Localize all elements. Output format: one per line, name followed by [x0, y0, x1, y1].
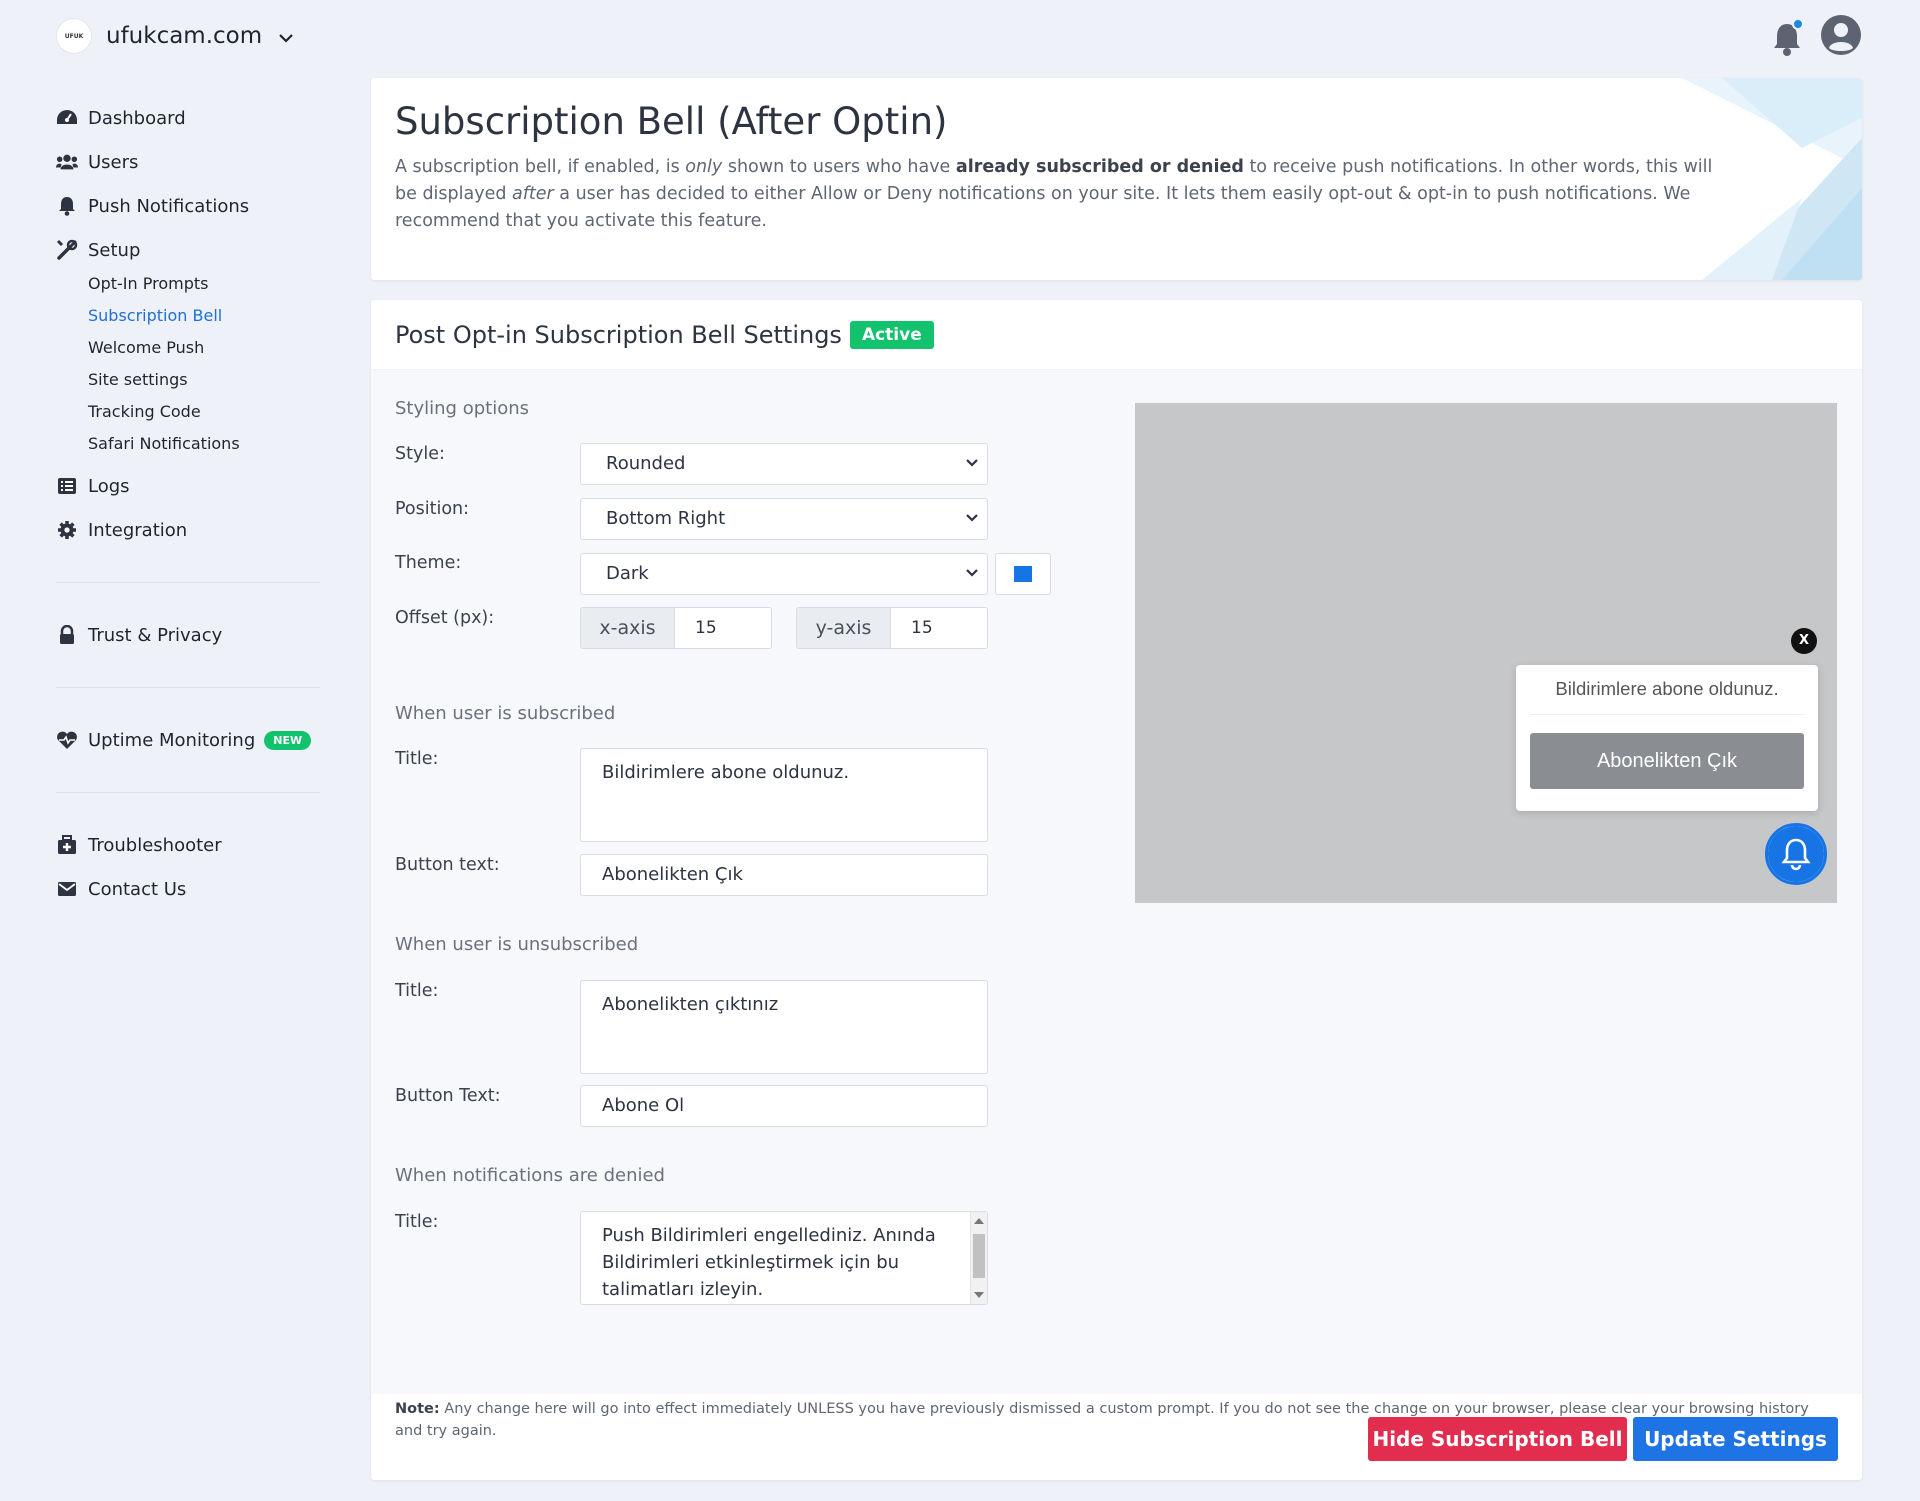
unsubscribed-section-label: When user is unsubscribed	[395, 934, 639, 955]
envelope-icon	[56, 878, 78, 900]
chevron-down-icon	[966, 514, 978, 522]
subscribed-title-label: Title:	[395, 749, 439, 769]
settings-header: Post Opt-in Subscription Bell Settings A…	[371, 300, 1862, 370]
sidebar-item-label: Troubleshooter	[88, 834, 222, 856]
theme-color-picker[interactable]	[995, 553, 1051, 595]
sidebar-item-label: Logs	[88, 475, 130, 497]
chevron-down-icon	[279, 34, 293, 43]
setup-submenu: Opt-In Prompts Subscription Bell Welcome…	[56, 268, 320, 460]
sidebar-subitem-subscription-bell[interactable]: Subscription Bell	[88, 300, 320, 332]
unsubscribed-button-label: Button Text:	[395, 1086, 501, 1106]
y-axis-input[interactable]: 15	[891, 608, 987, 648]
hide-subscription-bell-button[interactable]: Hide Subscription Bell	[1368, 1417, 1627, 1461]
update-settings-button[interactable]: Update Settings	[1633, 1417, 1838, 1461]
color-swatch	[1014, 566, 1032, 582]
lock-icon	[56, 624, 78, 646]
subscribed-button-input[interactable]: Abonelikten Çık	[580, 854, 988, 896]
sidebar-divider	[56, 792, 320, 793]
y-axis-input-group: y-axis 15	[796, 607, 988, 649]
preview-popup: Bildirimlere abone oldunuz. Abonelikten …	[1516, 665, 1818, 811]
sidebar-item-label: Push Notifications	[88, 195, 250, 217]
y-axis-label: y-axis	[797, 608, 891, 648]
heartbeat-icon	[56, 729, 78, 751]
tools-icon	[56, 239, 78, 261]
sidebar-item-logs[interactable]: Logs	[56, 464, 320, 508]
sidebar-item-contact-us[interactable]: Contact Us	[56, 867, 320, 911]
bell-icon	[56, 195, 78, 217]
sidebar-subitem-tracking-code[interactable]: Tracking Code	[88, 396, 320, 428]
sidebar-subitem-safari-notifications[interactable]: Safari Notifications	[88, 428, 320, 460]
bell-preview: X Bildirimlere abone oldunuz. Abonelikte…	[1135, 403, 1837, 903]
sidebar-item-uptime-monitoring[interactable]: Uptime Monitoring NEW	[56, 718, 320, 762]
page-description: A subscription bell, if enabled, is only…	[395, 157, 1713, 231]
x-axis-label: x-axis	[581, 608, 675, 648]
x-axis-input[interactable]: 15	[675, 608, 771, 648]
chevron-down-icon	[966, 569, 978, 577]
preview-close-button[interactable]: X	[1791, 628, 1817, 654]
sidebar-subitem-welcome-push[interactable]: Welcome Push	[88, 332, 320, 364]
sidebar-item-push-notifications[interactable]: Push Notifications	[56, 184, 320, 228]
sidebar-item-label: Contact Us	[88, 878, 187, 900]
settings-card: Post Opt-in Subscription Bell Settings A…	[371, 300, 1862, 1480]
site-logo: UFUK	[56, 18, 92, 54]
status-badge: Active	[849, 320, 934, 349]
sidebar-item-users[interactable]: Users	[56, 140, 320, 184]
subscribed-section-label: When user is subscribed	[395, 703, 616, 724]
first-aid-icon	[56, 834, 78, 856]
new-badge: NEW	[264, 730, 312, 750]
preview-bell-button[interactable]	[1765, 823, 1827, 885]
notification-dot	[1792, 18, 1804, 30]
sidebar-item-label: Setup	[88, 239, 141, 261]
chevron-down-icon	[966, 459, 978, 467]
unsubscribed-button-input[interactable]: Abone Ol	[580, 1085, 988, 1127]
sidebar-item-label: Users	[88, 151, 139, 173]
offset-label: Offset (px):	[395, 608, 495, 628]
settings-title: Post Opt-in Subscription Bell Settings	[395, 320, 842, 349]
subscribed-button-label: Button text:	[395, 855, 500, 875]
unsubscribed-title-label: Title:	[395, 981, 439, 1001]
sidebar-item-label: Integration	[88, 519, 188, 541]
denied-section-label: When notifications are denied	[395, 1165, 665, 1186]
users-icon	[56, 151, 78, 173]
preview-unsubscribe-button[interactable]: Abonelikten Çık	[1530, 733, 1804, 789]
sidebar-divider	[56, 582, 320, 583]
gear-icon	[56, 519, 78, 541]
x-axis-input-group: x-axis 15	[580, 607, 772, 649]
sidebar-subitem-site-settings[interactable]: Site settings	[88, 364, 320, 396]
sidebar-item-troubleshooter[interactable]: Troubleshooter	[56, 823, 320, 867]
style-label: Style:	[395, 444, 445, 464]
sidebar-item-integration[interactable]: Integration	[56, 508, 320, 552]
list-icon	[56, 475, 78, 497]
denied-title-textarea[interactable]: Push Bildirimleri engellediniz. Anında B…	[580, 1211, 988, 1305]
page-header-card: Subscription Bell (After Optin) A subscr…	[371, 78, 1862, 280]
preview-title: Bildirimlere abone oldunuz.	[1530, 665, 1804, 715]
styling-options-label: Styling options	[395, 398, 529, 419]
settings-form: Styling options Style: Rounded Position:…	[371, 370, 1862, 1439]
theme-select[interactable]: Dark	[580, 553, 988, 595]
sidebar: Dashboard Users Push Notifications Setup…	[56, 96, 320, 911]
notifications-bell-icon[interactable]	[1772, 18, 1804, 58]
sidebar-item-setup[interactable]: Setup	[56, 228, 320, 272]
position-label: Position:	[395, 499, 470, 519]
position-select[interactable]: Bottom Right	[580, 498, 988, 540]
user-avatar-icon[interactable]	[1820, 14, 1862, 56]
unsubscribed-title-textarea[interactable]: Abonelikten çıktınız	[580, 980, 988, 1074]
sidebar-subitem-opt-in-prompts[interactable]: Opt-In Prompts	[88, 268, 320, 300]
site-name: ufukcam.com	[106, 23, 263, 49]
subscribed-title-textarea[interactable]: Bildirimlere abone oldunuz.	[580, 748, 988, 842]
textarea-scrollbar[interactable]	[970, 1212, 987, 1304]
dashboard-icon	[56, 107, 78, 129]
site-switcher[interactable]: UFUK ufukcam.com	[56, 18, 294, 54]
sidebar-divider	[56, 687, 320, 688]
sidebar-item-trust-privacy[interactable]: Trust & Privacy	[56, 613, 320, 657]
page-title: Subscription Bell (After Optin)	[395, 100, 948, 143]
denied-title-label: Title:	[395, 1212, 439, 1232]
style-select[interactable]: Rounded	[580, 443, 988, 485]
sidebar-item-label: Dashboard	[88, 107, 186, 129]
sidebar-item-label: Trust & Privacy	[88, 624, 223, 646]
sidebar-item-label: Uptime Monitoring	[88, 729, 256, 751]
sidebar-item-dashboard[interactable]: Dashboard	[56, 96, 320, 140]
theme-label: Theme:	[395, 553, 462, 573]
